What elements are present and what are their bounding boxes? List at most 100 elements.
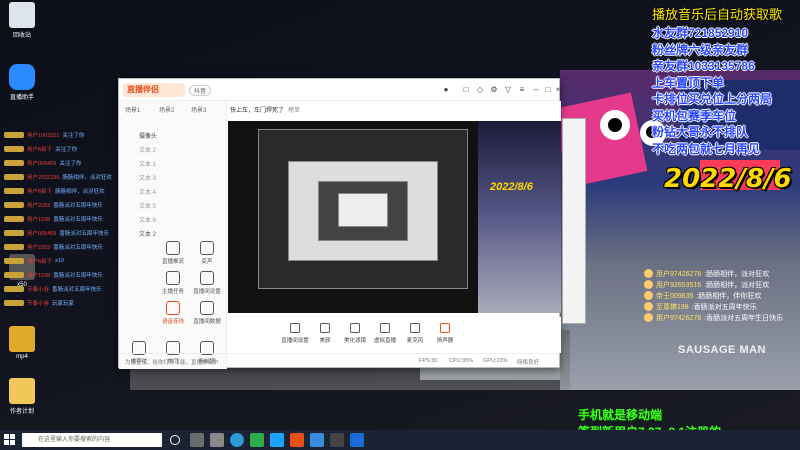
wechat-icon[interactable] (250, 433, 264, 447)
scene-item[interactable]: 摄像头 (139, 131, 157, 140)
gift-text: :肠肠相伴，伴你狂欢 (696, 292, 762, 300)
shirt-icon[interactable]: ▽ (503, 85, 513, 95)
nested-date: 2022/8/6 (490, 181, 533, 193)
scene-item[interactable]: 文本 6 (139, 215, 156, 224)
start-button[interactable] (4, 434, 16, 446)
chat-row: 用户1038 香肠派对五周年快乐 (4, 270, 103, 280)
taskbar-search-input[interactable]: 在这里输入你要搜索的内容 (22, 433, 162, 447)
fan-badge (4, 202, 24, 208)
bottom-tool[interactable]: 扬声器 (430, 323, 460, 344)
scene-item[interactable]: 文本 4 (139, 187, 156, 196)
bottom-tool[interactable]: 虚拟直播 (370, 323, 400, 344)
chat-user: 用户1038 (27, 217, 51, 223)
browser-icon[interactable] (310, 433, 324, 447)
promo-line-1: 手机就是移动端 (578, 408, 663, 422)
task-view-icon[interactable] (170, 435, 180, 445)
desktop-icon-stream-helper[interactable]: 直播助手 (0, 64, 44, 101)
fan-badge (4, 174, 24, 180)
gift-user: 用户97426278 (656, 270, 702, 278)
room-title[interactable]: 快上车，车门焊死了 (230, 105, 284, 114)
tool-task[interactable]: 主播任务 (157, 271, 189, 295)
browser-window-edge[interactable] (562, 118, 586, 324)
app-icon[interactable] (350, 433, 364, 447)
settings-icon[interactable] (210, 433, 224, 447)
platform-tag[interactable]: 抖音 (189, 85, 212, 96)
chat-row: 节奏小谷 玩家玩家 (4, 298, 74, 308)
chat-row: 用户6拍下 关注了你 (4, 144, 77, 154)
avatar-icon[interactable]: ● (441, 85, 451, 95)
status-cpu: CPU:35% (449, 358, 474, 364)
tool-voice-link[interactable]: 语音连线 (157, 301, 189, 325)
gift-user: 帝王009635 (656, 292, 694, 300)
qq-icon[interactable] (270, 433, 284, 447)
edge-icon[interactable] (230, 433, 244, 447)
scene-item[interactable]: 文本 1 (139, 159, 156, 168)
maximize-icon[interactable]: □ (543, 85, 553, 95)
bottom-tool-label: 直播间设置 (281, 338, 309, 344)
settings-icon (200, 271, 214, 285)
minimize-icon[interactable]: – (531, 85, 541, 95)
chat-user: 节奏小谷 (27, 301, 50, 307)
status-network: 网络良好 (517, 360, 540, 366)
scene-sidebar: 场景1 场景2 场景3 摄像头 文本 2 文本 1 文本 3 文本 4 文本 5… (119, 101, 227, 369)
gift-icon[interactable]: ◇ (475, 85, 485, 95)
chat-message: 肠肠相伴，派对狂欢 (55, 189, 105, 195)
rank-link[interactable]: 榜单 (288, 105, 300, 114)
scene-item[interactable]: 文本 3 (139, 173, 156, 182)
fan-badge (4, 160, 24, 166)
desktop-icon-recycle-bin[interactable]: 回收站 (0, 2, 44, 39)
monitor-icon (290, 323, 300, 333)
microphone-icon (410, 323, 420, 333)
tool-voice[interactable]: 变声 (191, 241, 223, 265)
gift-row: 帝王009635:肠肠相伴，伴你狂欢 (644, 290, 761, 301)
desktop-icon-label: 回收站 (12, 33, 31, 39)
bottom-tool[interactable]: 美化滤镜 (340, 323, 370, 344)
bottom-tool-label: 虚拟直播 (373, 338, 396, 344)
scene-item[interactable]: 文本 5 (139, 201, 156, 210)
cartoon-pupil (608, 118, 622, 132)
scene-item[interactable]: 文本 2 (139, 145, 156, 154)
chat-row: 用户2283 香肠派对五周年快乐 (4, 242, 103, 252)
avatar (644, 291, 653, 300)
avatar (644, 280, 653, 289)
tab-scene-1[interactable]: 场景1 (125, 105, 140, 114)
tool-stream[interactable]: 直播推流 (157, 241, 189, 265)
tab-scene-3[interactable]: 场景3 (191, 105, 206, 114)
bottom-tool[interactable]: 直播间设置 (280, 323, 310, 344)
stream-app-icon[interactable] (290, 433, 304, 447)
chat-row: 用户1003321 关注了你 (4, 130, 84, 140)
bottom-tool[interactable]: 美颜 (310, 323, 340, 344)
close-icon[interactable]: × (553, 85, 563, 95)
settings-icon[interactable]: ⚙ (489, 85, 499, 95)
tool-room-data[interactable]: 直播间数据 (191, 301, 223, 325)
menu-icon[interactable]: ≡ (517, 85, 527, 95)
chat-user: 用户1003321 (27, 133, 60, 139)
tab-scene-2[interactable]: 场景2 (159, 105, 174, 114)
desktop-icon-plan[interactable]: 作者计划 (0, 378, 44, 415)
tool-label: 主播任务 (161, 289, 184, 295)
fan-badge (4, 244, 24, 250)
taskbar-app-icon[interactable] (190, 433, 204, 447)
message-icon[interactable]: □ (461, 85, 471, 95)
gift-row: 用户97426278:香肠派对五周年生日快乐 (644, 312, 783, 323)
status-fps: FPS:30 (419, 358, 438, 364)
chat-row: 节奏小谷 香肠派对五周年快乐 (4, 284, 102, 294)
avatar (644, 313, 653, 322)
gift-text: :肠肠相伴，派对狂欢 (704, 281, 770, 289)
bottom-tool-label: 扬声器 (436, 338, 454, 344)
scene-item[interactable]: 文本 2 (139, 229, 156, 238)
tool-room-settings[interactable]: 直播间设置 (191, 271, 223, 295)
stream-preview[interactable]: 2022/8/6 (228, 121, 561, 313)
chat-message: 香肠派对五周年快乐 (53, 273, 103, 279)
virtual-icon (380, 323, 390, 333)
fan-badge (4, 258, 24, 264)
chat-user: 用户005459 (27, 231, 57, 237)
obs-icon[interactable] (330, 433, 344, 447)
bottom-tool[interactable]: 麦克风 (400, 323, 430, 344)
chat-message: 香肠派对五周年快乐 (53, 217, 103, 223)
chat-user: 用户6拍下 (27, 147, 53, 153)
chat-message: 香肠派对五周年快乐 (59, 231, 109, 237)
chat-row: 用户2032185 肠肠相伴，派对狂欢 (4, 172, 112, 182)
desktop-icon-label: 作者计划 (9, 409, 34, 415)
gift-user: 用户97426278 (656, 314, 702, 322)
